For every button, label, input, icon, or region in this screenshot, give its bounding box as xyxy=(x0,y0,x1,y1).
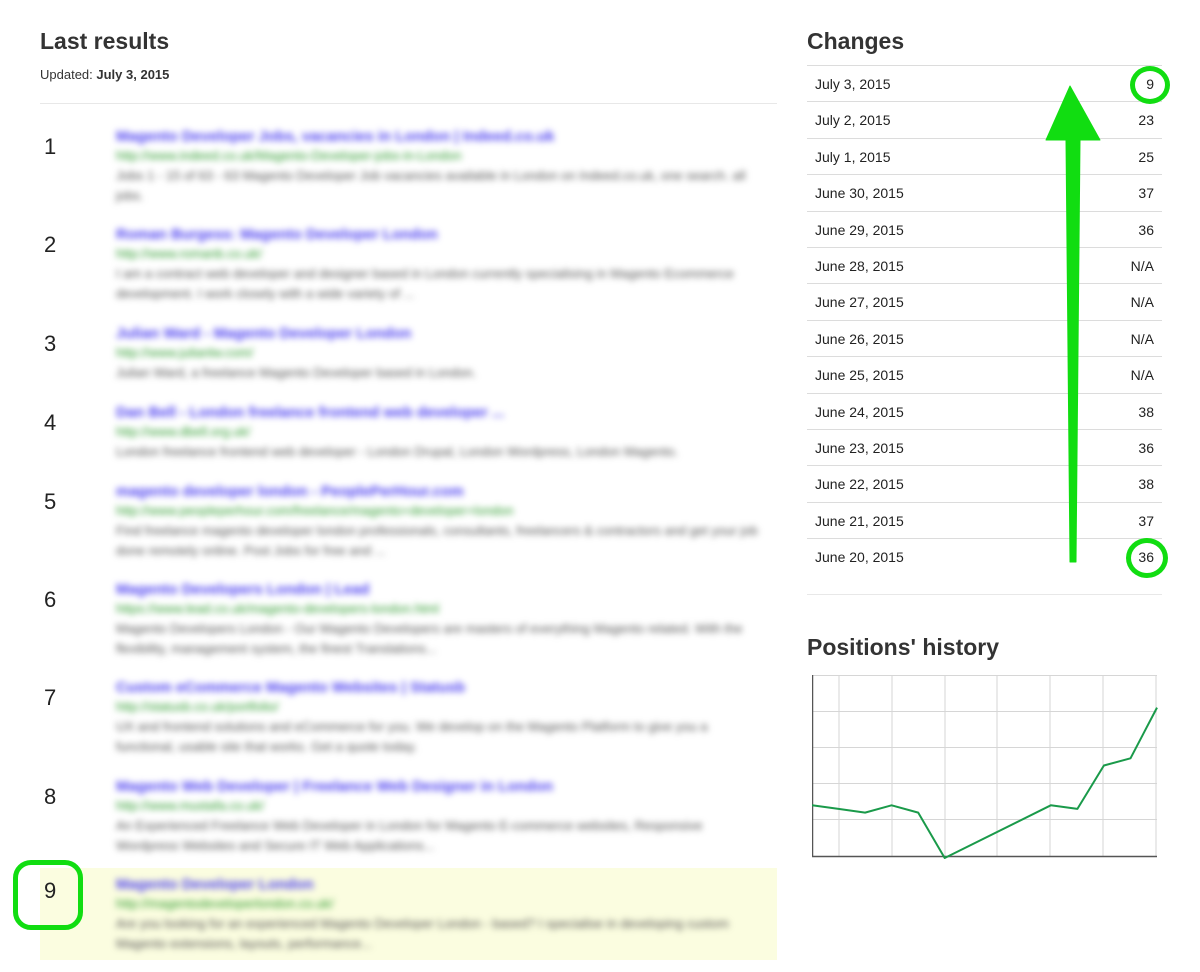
result-item: 5 magento developer london - PeoplePerHou… xyxy=(40,475,777,565)
change-date: June 23, 2015 xyxy=(815,439,904,456)
result-item: 8 Magento Web Developer | Freelance Web D… xyxy=(40,770,777,860)
divider xyxy=(40,103,777,104)
result-title-link[interactable]: Julian Ward - Magento Developer London xyxy=(116,325,766,342)
changes-row: June 28, 2015 N/A xyxy=(807,246,1162,283)
change-position: 36 xyxy=(1138,439,1154,456)
result-description: Are you looking for an experienced Magen… xyxy=(116,916,729,951)
result-item: 7 Custom eCommerce Magento Websites | Sta… xyxy=(40,671,777,761)
changes-row: July 3, 2015 9 xyxy=(807,65,1162,101)
result-title-link[interactable]: Magento Developers London | Lead xyxy=(116,581,766,598)
changes-row: June 27, 2015 N/A xyxy=(807,283,1162,319)
changes-row: June 23, 2015 36 xyxy=(807,428,1162,465)
change-date: June 29, 2015 xyxy=(815,221,904,238)
result-rank: 6 xyxy=(44,587,57,612)
result-title-link[interactable]: Magento Web Developer | Freelance Web De… xyxy=(116,778,766,795)
changes-row: June 22, 2015 38 xyxy=(807,465,1162,501)
result-description: An Experienced Freelance Web Developer i… xyxy=(116,818,703,853)
change-date: June 25, 2015 xyxy=(815,367,904,384)
change-position: 25 xyxy=(1138,148,1154,165)
result-description: London freelance frontend web developer … xyxy=(116,444,679,459)
updated-line: Updated: July 3, 2015 xyxy=(40,67,169,82)
changes-title: Changes xyxy=(807,28,905,54)
result-rank: 4 xyxy=(44,410,57,435)
change-date: June 24, 2015 xyxy=(815,403,904,420)
changes-row: June 25, 2015 N/A xyxy=(807,356,1162,392)
updated-label: Updated: xyxy=(40,67,93,82)
change-position: 38 xyxy=(1138,476,1154,493)
change-date: June 28, 2015 xyxy=(815,257,904,274)
change-position: N/A xyxy=(1130,294,1154,311)
changes-row: June 30, 2015 37 xyxy=(807,174,1162,210)
change-date: July 1, 2015 xyxy=(815,148,891,165)
change-position: 23 xyxy=(1138,112,1154,129)
result-url: http://www.julianlw.com/ xyxy=(116,345,254,360)
result-rank: 7 xyxy=(44,685,57,710)
changes-bottom-divider xyxy=(807,594,1162,595)
highlight-circle xyxy=(13,860,83,930)
result-item: 2 Roman Burgess: Magento Developer London… xyxy=(40,218,777,308)
result-description: Jobs 1 - 15 of 63 - 63 Magento Developer… xyxy=(116,168,746,203)
result-url: https://www.lead.co.uk/magento-developer… xyxy=(116,601,440,616)
changes-row: June 21, 2015 37 xyxy=(807,501,1162,538)
change-date: June 30, 2015 xyxy=(815,185,904,202)
change-date: June 22, 2015 xyxy=(815,476,904,493)
change-position: 38 xyxy=(1138,403,1154,420)
result-item: 6 Magento Developers London | Lead https:/… xyxy=(40,573,777,663)
changes-row: June 20, 2015 36 xyxy=(807,538,1162,574)
result-item: 4 Dan Bell - London freelance frontend we… xyxy=(40,396,777,466)
result-item: 1 Magento Developer Jobs, vacancies in Lo… xyxy=(40,120,777,210)
history-title: Positions' history xyxy=(807,634,1000,660)
changes-row: July 2, 2015 23 xyxy=(807,101,1162,137)
result-title-link[interactable]: Roman Burgess: Magento Developer London xyxy=(116,226,766,243)
result-rank: 1 xyxy=(44,134,57,159)
result-title-link[interactable]: Custom eCommerce Magento Websites | Stat… xyxy=(116,679,766,696)
change-date: July 2, 2015 xyxy=(815,112,891,129)
changes-row: June 24, 2015 38 xyxy=(807,392,1162,429)
result-title-link[interactable]: magento developer london - PeoplePerHour… xyxy=(116,483,766,500)
result-rank: 2 xyxy=(44,232,57,257)
result-description: Find freelance magento developer london … xyxy=(116,523,758,558)
change-position: 37 xyxy=(1138,512,1154,529)
result-url: http://www.dbell.org.uk/ xyxy=(116,424,251,439)
change-date: June 20, 2015 xyxy=(815,549,904,566)
change-position: N/A xyxy=(1130,330,1154,347)
result-url: http://www.romanb.co.uk/ xyxy=(116,246,262,261)
series-line xyxy=(812,707,1158,859)
result-rank: 8 xyxy=(44,784,57,809)
change-position: N/A xyxy=(1130,257,1154,274)
changes-table: July 3, 2015 9 July 2, 2015 23 July 1, 2015 2… xyxy=(807,65,1162,574)
result-item: 3 Julian Ward - Magento Developer London h… xyxy=(40,317,777,387)
highlight-circle-top xyxy=(1130,66,1170,104)
change-position: N/A xyxy=(1130,367,1154,384)
result-item: 9 Magento Developer London http://magentod… xyxy=(40,868,777,960)
result-description: Magento Developers London - Our Magento … xyxy=(116,621,743,656)
last-results-title: Last results xyxy=(40,28,170,54)
result-rank: 5 xyxy=(44,489,57,514)
changes-row: June 29, 2015 36 xyxy=(807,210,1162,247)
result-url: http://www.mustafa.co.uk/ xyxy=(116,798,265,813)
positions-history-chart xyxy=(812,675,1158,859)
result-url: http://statusb.co.uk/portfolio/ xyxy=(116,699,279,714)
change-date: June 27, 2015 xyxy=(815,294,904,311)
result-rank: 3 xyxy=(44,331,57,356)
highlight-circle-bottom xyxy=(1126,538,1168,578)
updated-date: July 3, 2015 xyxy=(96,67,170,82)
result-description: UX and frontend solutions and eCommerce … xyxy=(116,719,708,754)
change-position: 37 xyxy=(1138,185,1154,202)
changes-row: June 26, 2015 N/A xyxy=(807,319,1162,356)
result-url: http://www.indeed.co.uk/Magento-Develope… xyxy=(116,148,462,163)
result-description: Julian Ward, a freelance Magento Develop… xyxy=(116,365,477,380)
result-description: I am a contract web developer and design… xyxy=(116,266,734,301)
result-url: http://www.peopleperhour.com/freelance/m… xyxy=(116,503,514,518)
result-url: http://magentodeveloperlondon.co.uk/ xyxy=(116,896,334,911)
change-date: June 21, 2015 xyxy=(815,512,904,529)
changes-row: July 1, 2015 25 xyxy=(807,137,1162,174)
change-date: June 26, 2015 xyxy=(815,330,904,347)
change-position: 36 xyxy=(1138,221,1154,238)
result-title-link[interactable]: Magento Developer London xyxy=(116,876,766,893)
result-title-link[interactable]: Dan Bell - London freelance frontend web… xyxy=(116,404,766,421)
result-title-link[interactable]: Magento Developer Jobs, vacancies in Lon… xyxy=(116,128,766,145)
change-date: July 3, 2015 xyxy=(815,76,891,92)
